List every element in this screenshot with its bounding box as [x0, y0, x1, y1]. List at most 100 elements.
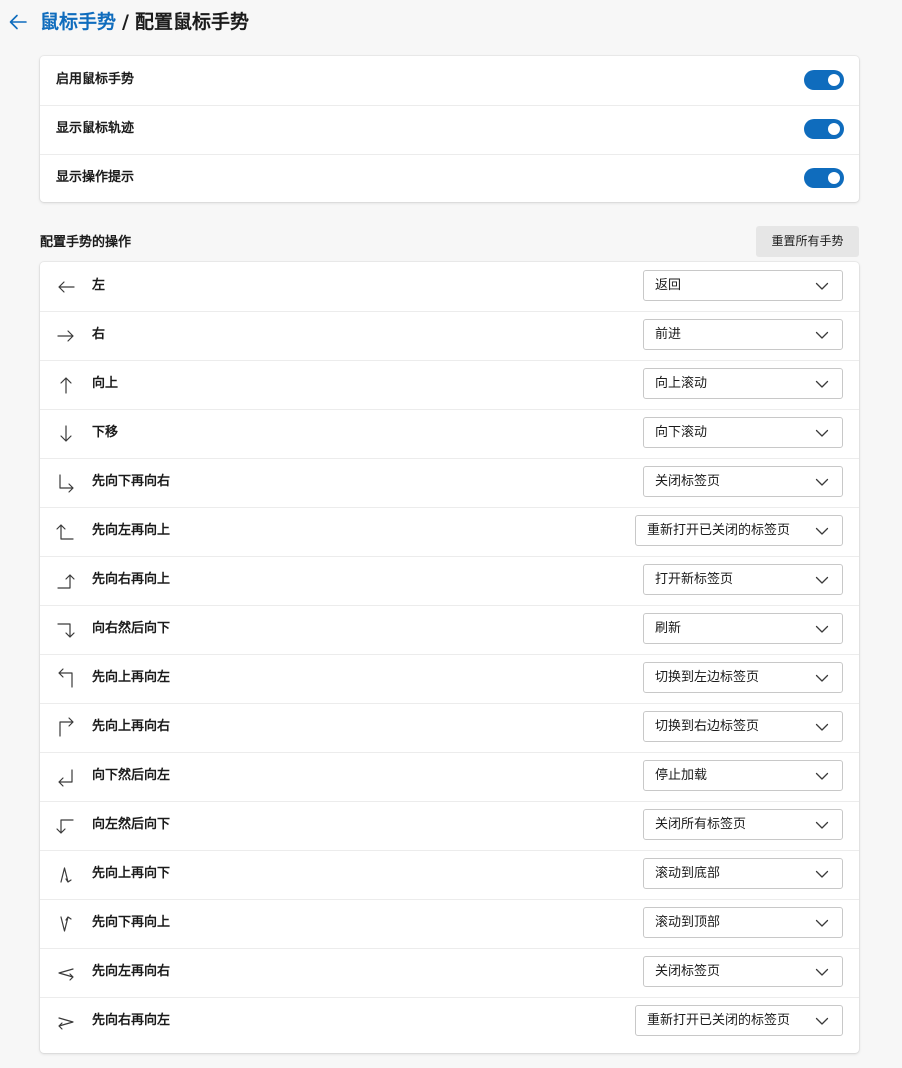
back-button[interactable] — [7, 11, 29, 33]
divider — [40, 605, 859, 606]
arrow-right-icon — [54, 324, 78, 348]
chevron-down-icon — [815, 427, 829, 439]
right-then-left-icon — [54, 1010, 78, 1034]
gesture-row: 向左然后向下 关闭所有标签页 — [40, 801, 859, 850]
gesture-action-value: 滚动到底部 — [655, 866, 721, 881]
gesture-action-dropdown[interactable]: 向上滚动 — [643, 368, 843, 399]
gesture-list-card: 左返回右前进 向上 向上滚动 下移 向下滚动 先向下再向右 关闭标签页 先向左再向上 重新打开已… — [40, 262, 859, 1053]
gesture-label: 先向下再向上 — [92, 915, 171, 930]
gesture-action-dropdown[interactable]: 重新打开已关闭的标签页 — [635, 515, 843, 546]
reset-all-gestures-button[interactable]: 重置所有手势 — [756, 226, 859, 257]
gesture-row: 向下然后向左 停止加载 — [40, 752, 859, 801]
right-then-up-icon — [54, 569, 78, 593]
gesture-label: 先向上再向右 — [92, 719, 171, 734]
divider — [40, 752, 859, 753]
right-then-down-icon — [54, 618, 78, 642]
gesture-row: 下移 向下滚动 — [40, 409, 859, 458]
gesture-row: 向上 向上滚动 — [40, 360, 859, 409]
gesture-action-dropdown[interactable]: 刷新 — [643, 613, 843, 644]
gesture-action-value: 滚动到顶部 — [655, 915, 721, 930]
gesture-label: 先向左再向上 — [92, 523, 171, 538]
gesture-row: 先向上再向右 切换到右边标签页 — [40, 703, 859, 752]
arrow-up-icon — [54, 373, 78, 397]
chevron-down-icon — [815, 280, 829, 292]
toggle-knob — [828, 74, 840, 86]
gesture-label: 右 — [92, 327, 106, 342]
gesture-label: 先向右再向上 — [92, 572, 171, 587]
gesture-action-dropdown[interactable]: 打开新标签页 — [643, 564, 843, 595]
divider — [40, 899, 859, 900]
gesture-action-value: 刷新 — [655, 621, 682, 636]
divider — [40, 105, 859, 106]
gesture-action-dropdown[interactable]: 重新打开已关闭的标签页 — [635, 1005, 843, 1036]
toggle-label: 启用鼠标手势 — [56, 72, 135, 87]
gesture-action-value: 停止加载 — [655, 768, 708, 783]
gesture-row: 先向下再向右 关闭标签页 — [40, 458, 859, 507]
gesture-action-value: 返回 — [655, 278, 682, 293]
breadcrumb-parent-link[interactable]: 鼠标手势 — [40, 11, 116, 33]
chevron-down-icon — [815, 574, 829, 586]
gesture-action-value: 重新打开已关闭的标签页 — [647, 523, 791, 538]
chevron-down-icon — [815, 770, 829, 782]
left-then-right-icon — [54, 961, 78, 985]
gesture-label: 左 — [92, 278, 106, 293]
gesture-action-value: 关闭标签页 — [655, 474, 721, 489]
breadcrumb: 鼠标手势 / 配置鼠标手势 — [40, 9, 249, 35]
gesture-action-value: 切换到右边标签页 — [655, 719, 760, 734]
toggle-row-show-trail: 显示鼠标轨迹 — [40, 105, 859, 154]
divider — [40, 360, 859, 361]
gesture-row: 向右然后向下 刷新 — [40, 605, 859, 654]
gesture-label: 向左然后向下 — [92, 817, 171, 832]
gesture-action-dropdown[interactable]: 切换到左边标签页 — [643, 662, 843, 693]
chevron-down-icon — [815, 721, 829, 733]
page-header: 鼠标手势 / 配置鼠标手势 — [0, 0, 902, 46]
gesture-row: 先向左再向右 关闭标签页 — [40, 948, 859, 997]
gesture-action-dropdown[interactable]: 前进 — [643, 319, 843, 350]
chevron-down-icon — [815, 1015, 829, 1027]
up-then-down-icon — [54, 863, 78, 887]
gesture-action-dropdown[interactable]: 向下滚动 — [643, 417, 843, 448]
gesture-action-dropdown[interactable]: 切换到右边标签页 — [643, 711, 843, 742]
enable-gestures-toggle[interactable] — [804, 70, 844, 90]
gesture-action-value: 打开新标签页 — [655, 572, 734, 587]
show-trail-toggle[interactable] — [804, 119, 844, 139]
divider — [40, 154, 859, 155]
chevron-down-icon — [815, 966, 829, 978]
gesture-action-dropdown[interactable]: 关闭标签页 — [643, 466, 843, 497]
page-title: 配置鼠标手势 — [134, 11, 249, 33]
gesture-action-dropdown[interactable]: 滚动到底部 — [643, 858, 843, 889]
gesture-action-dropdown[interactable]: 停止加载 — [643, 760, 843, 791]
divider — [40, 703, 859, 704]
gesture-label: 先向上再向下 — [92, 866, 171, 881]
back-arrow-icon — [9, 14, 27, 30]
chevron-down-icon — [815, 378, 829, 390]
up-then-right-icon — [54, 716, 78, 740]
toggle-label: 显示鼠标轨迹 — [56, 121, 135, 136]
chevron-down-icon — [815, 917, 829, 929]
gesture-action-value: 向上滚动 — [655, 376, 708, 391]
breadcrumb-separator: / — [122, 11, 129, 33]
chevron-down-icon — [815, 525, 829, 537]
toggle-row-enable-gestures: 启用鼠标手势 — [40, 56, 859, 105]
divider — [40, 801, 859, 802]
down-then-up-icon — [54, 912, 78, 936]
gesture-row: 右 前进 — [40, 311, 859, 360]
gesture-row: 先向右再向左 重新打开已关闭的标签页 — [40, 997, 859, 1046]
gesture-action-dropdown[interactable]: 关闭所有标签页 — [643, 809, 843, 840]
chevron-down-icon — [815, 868, 829, 880]
divider — [40, 850, 859, 851]
gesture-action-value: 重新打开已关闭的标签页 — [647, 1013, 791, 1028]
gesture-action-dropdown[interactable]: 滚动到顶部 — [643, 907, 843, 938]
gesture-action-dropdown[interactable]: 返回 — [643, 270, 843, 301]
divider — [40, 458, 859, 459]
divider — [40, 654, 859, 655]
arrow-down-icon — [54, 422, 78, 446]
section-title: 配置手势的操作 — [40, 235, 132, 250]
gesture-label: 向右然后向下 — [92, 621, 171, 636]
chevron-down-icon — [815, 819, 829, 831]
gesture-action-dropdown[interactable]: 关闭标签页 — [643, 956, 843, 987]
gesture-row: 先向左再向上 重新打开已关闭的标签页 — [40, 507, 859, 556]
left-then-down-icon — [54, 814, 78, 838]
gesture-row: 先向右再向上 打开新标签页 — [40, 556, 859, 605]
show-hints-toggle[interactable] — [804, 168, 844, 188]
